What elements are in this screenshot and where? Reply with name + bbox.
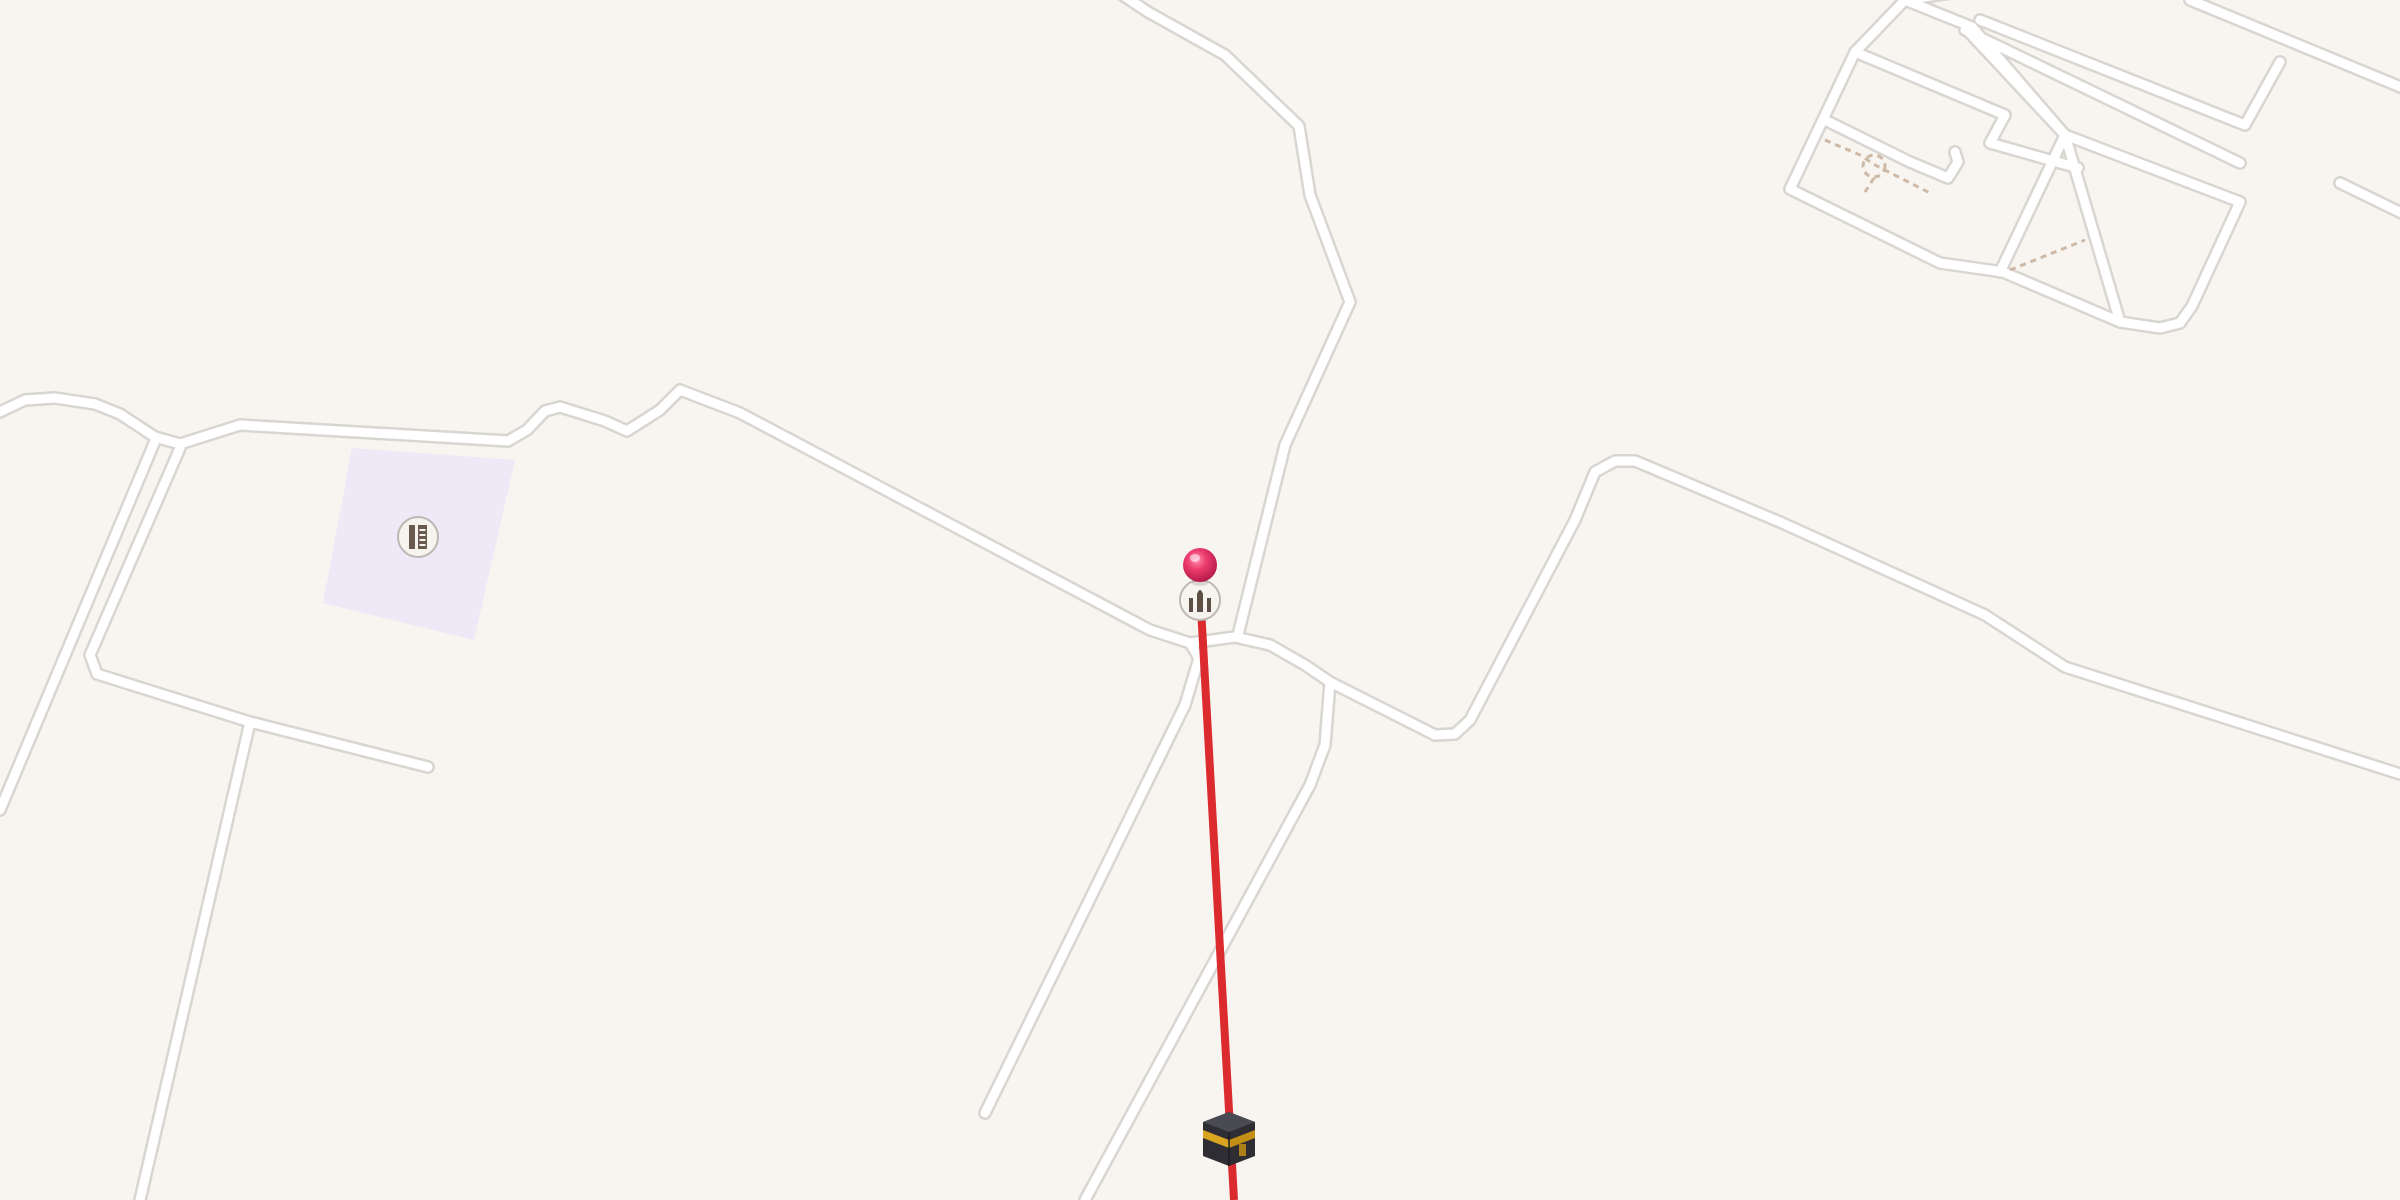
school-building-icon[interactable] — [397, 516, 439, 558]
red-location-pin-icon[interactable] — [1183, 548, 1217, 586]
map-layer[interactable] — [0, 0, 2400, 1200]
map-canvas[interactable] — [0, 0, 2400, 1200]
kaaba-icon[interactable] — [1203, 1112, 1255, 1166]
qibla-direction-line — [1196, 589, 1238, 1200]
